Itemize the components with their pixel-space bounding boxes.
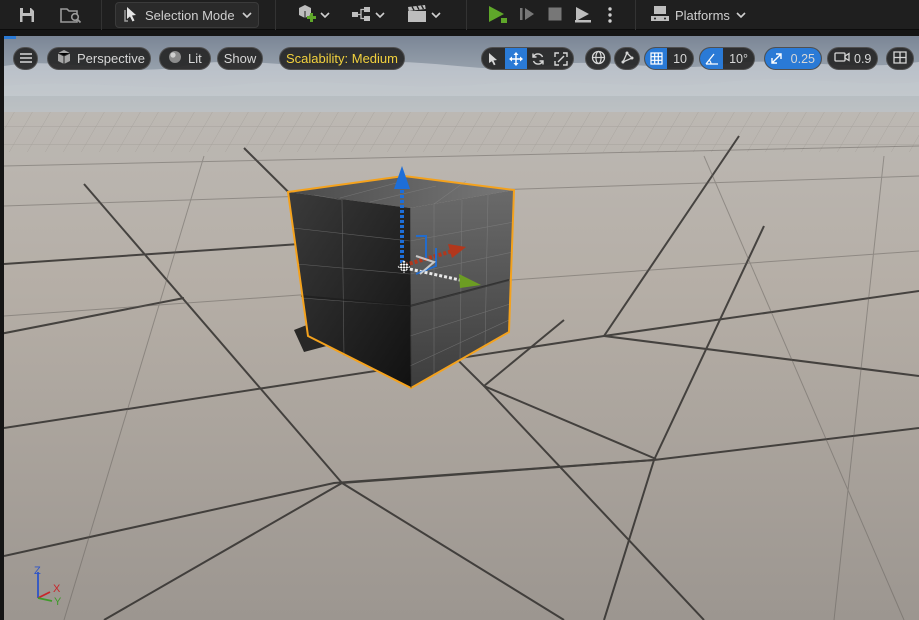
- lit-label: Lit: [188, 51, 202, 66]
- selection-mode-icon: [124, 6, 139, 25]
- eject-button[interactable]: [569, 2, 597, 28]
- toolbar-separator: [466, 0, 467, 30]
- rotate-tool-icon[interactable]: [527, 48, 550, 69]
- platforms-icon: [650, 5, 670, 26]
- angle-snap-icon[interactable]: [700, 48, 724, 69]
- scalability-label: Scalability: Medium: [286, 51, 398, 66]
- camera-icon: [834, 51, 850, 66]
- grid-snap-value[interactable]: 10: [667, 48, 693, 69]
- viewport-layout-icon: [893, 50, 907, 67]
- toolbar-separator: [275, 0, 276, 30]
- world-space-button[interactable]: [585, 47, 611, 70]
- selection-mode-label: Selection Mode: [145, 7, 235, 23]
- globe-icon: [591, 50, 606, 68]
- scalability-warning[interactable]: Scalability: Medium: [279, 47, 405, 70]
- scale-snap-icon[interactable]: [765, 48, 789, 69]
- camera-speed-button[interactable]: 0.9: [827, 47, 878, 70]
- scale-snap-value[interactable]: 0.25: [788, 48, 821, 69]
- surface-snapping-button[interactable]: [614, 47, 640, 70]
- camera-speed-value: 0.9: [854, 51, 872, 66]
- floor-small-tiles: [4, 112, 919, 152]
- chevron-down-icon: [735, 9, 747, 21]
- chevron-down-icon: [241, 9, 253, 21]
- axis-z-label: Z: [34, 565, 41, 577]
- view-mode-dropdown[interactable]: Lit: [159, 47, 211, 70]
- platforms-dropdown[interactable]: Platforms: [650, 2, 752, 28]
- transform-tool-group: [481, 47, 574, 70]
- play-button[interactable]: [482, 2, 512, 28]
- perspective-dropdown[interactable]: Perspective: [47, 47, 151, 70]
- rotation-snap-value[interactable]: 10°: [723, 48, 754, 69]
- show-label: Show: [223, 51, 257, 66]
- perspective-cube-icon: [56, 49, 72, 68]
- rotation-snap-group: 10°: [699, 47, 755, 70]
- viewport-active-indicator: [4, 36, 16, 39]
- perspective-label: Perspective: [77, 51, 145, 66]
- main-toolbar: Selection Mode Platforms: [0, 0, 919, 30]
- stop-button[interactable]: [541, 2, 569, 28]
- save-icon[interactable]: [14, 2, 40, 28]
- blueprint-icon: [350, 5, 374, 26]
- toolbar-separator: [635, 0, 636, 30]
- chevron-down-icon: [374, 9, 386, 21]
- add-actor-button[interactable]: [293, 2, 333, 28]
- chevron-down-icon: [430, 9, 442, 21]
- chevron-down-icon: [319, 9, 331, 21]
- toolbar-separator: [101, 0, 102, 30]
- blueprint-button[interactable]: [348, 2, 388, 28]
- cinematics-button[interactable]: [404, 2, 444, 28]
- cinematics-icon: [406, 4, 430, 27]
- content-browser-icon[interactable]: [56, 2, 86, 28]
- viewport-options-button[interactable]: [13, 47, 38, 70]
- viewport-scene[interactable]: [4, 36, 919, 620]
- lit-sphere-icon: [168, 50, 182, 67]
- step-icon: [518, 5, 536, 26]
- step-button[interactable]: [513, 2, 541, 28]
- surface-snap-icon: [620, 50, 635, 68]
- selection-mode-dropdown[interactable]: Selection Mode: [115, 2, 259, 28]
- scale-tool-icon[interactable]: [550, 48, 573, 69]
- axis-x-label: X: [53, 583, 61, 595]
- add-actor-icon: [295, 3, 319, 28]
- more-options-icon[interactable]: [601, 2, 619, 28]
- hamburger-menu-icon: [19, 51, 32, 66]
- axis-orientation-indicator: Z X Y: [30, 564, 70, 608]
- grid-snap-icon[interactable]: [645, 48, 668, 69]
- platforms-label: Platforms: [675, 7, 730, 23]
- select-tool-icon[interactable]: [482, 48, 505, 69]
- grid-snap-group: 10: [644, 47, 694, 70]
- show-dropdown[interactable]: Show: [217, 47, 263, 70]
- axis-y-label: Y: [54, 596, 62, 608]
- eject-icon: [573, 5, 593, 26]
- play-icon: [486, 4, 508, 27]
- stop-icon: [547, 6, 563, 25]
- scale-snap-group: 0.25: [764, 47, 822, 70]
- level-viewport[interactable]: Perspective Lit Show Scalability: Medium: [4, 36, 919, 620]
- viewport-layout-button[interactable]: [886, 47, 914, 70]
- translate-tool-icon[interactable]: [504, 48, 527, 69]
